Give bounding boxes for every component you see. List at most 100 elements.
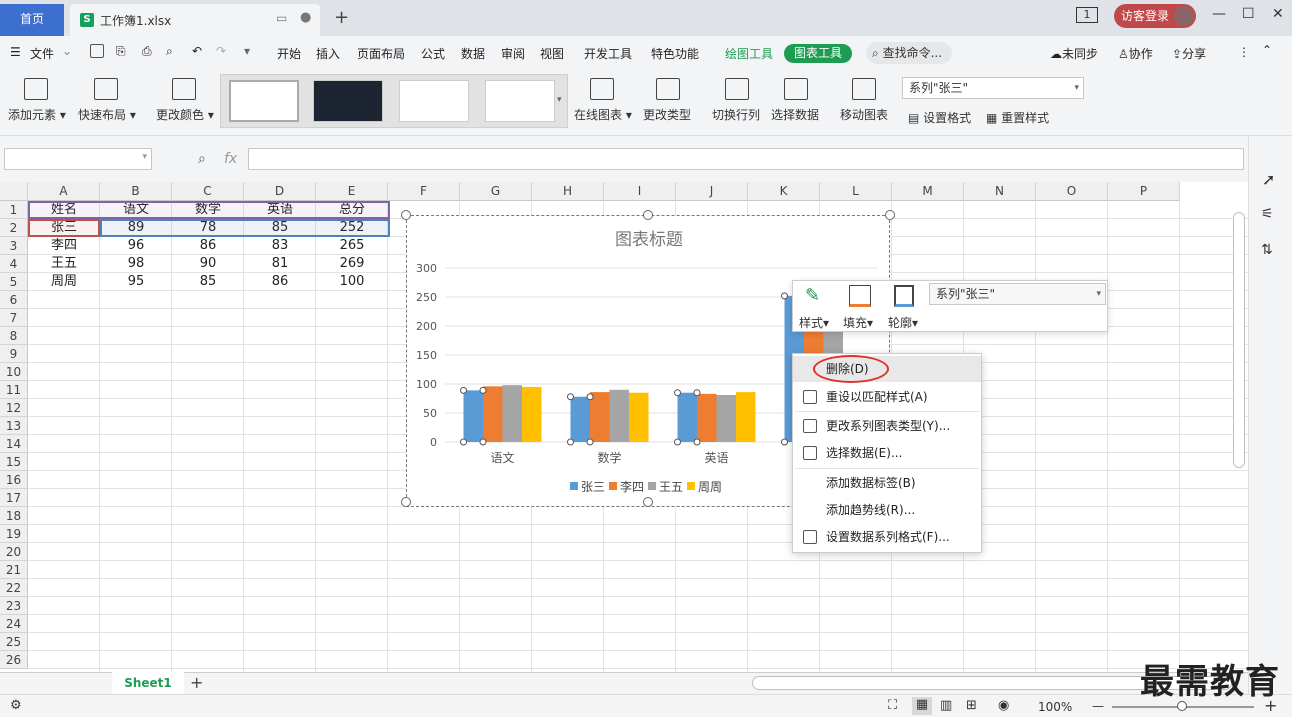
cell-b3[interactable]: 96 <box>100 237 172 255</box>
menu-select-data[interactable]: 选择数据(E)... <box>793 440 981 466</box>
print-icon[interactable]: ⎙ <box>142 44 152 59</box>
menu-item-review[interactable]: 审阅 <box>501 45 525 62</box>
outline-button[interactable]: 轮廓▾ <box>888 314 918 331</box>
reset-style-button[interactable]: ▦ 重置样式 <box>986 109 1049 126</box>
properties-icon[interactable]: ⚟ <box>1261 206 1274 222</box>
row-header-2[interactable]: 2 <box>0 219 28 237</box>
chart-style-3[interactable] <box>399 80 469 122</box>
brush-icon[interactable]: ✎ <box>805 285 820 306</box>
cell-e4[interactable]: 269 <box>316 255 388 273</box>
column-header-k[interactable]: K <box>748 182 820 201</box>
column-header-j[interactable]: J <box>676 182 748 201</box>
fill-icon[interactable] <box>849 285 871 307</box>
menu-format-series[interactable]: 设置数据系列格式(F)... <box>793 524 981 550</box>
export-icon[interactable]: ⎘ <box>116 44 126 59</box>
formula-input[interactable] <box>248 148 1244 170</box>
close-tab-icon[interactable]: ● <box>300 10 311 25</box>
select-data-button[interactable]: 选择数据 <box>771 106 819 123</box>
column-header-g[interactable]: G <box>460 182 532 201</box>
menu-item-formula[interactable]: 公式 <box>421 45 445 62</box>
home-tab[interactable]: 首页 <box>0 4 64 36</box>
switch-rowcol-button[interactable]: 切换行列 <box>712 106 760 123</box>
hamburger-icon[interactable]: ☰ <box>10 45 21 59</box>
row-header-5[interactable]: 5 <box>0 273 28 291</box>
more-icon[interactable]: ▾ <box>244 44 250 58</box>
column-header-a[interactable]: A <box>28 182 100 201</box>
sync-button[interactable]: ☁未同步 <box>1050 45 1098 62</box>
fill-button[interactable]: 填充▾ <box>843 314 873 331</box>
cell-a5[interactable]: 周周 <box>28 273 100 291</box>
row-header-22[interactable]: 22 <box>0 579 28 597</box>
page-view-icon[interactable]: ▥ <box>940 698 952 713</box>
resize-handle-bl[interactable] <box>401 497 411 507</box>
row-header-25[interactable]: 25 <box>0 633 28 651</box>
menu-add-trendline[interactable]: 添加趋势线(R)... <box>793 497 981 523</box>
column-header-f[interactable]: F <box>388 182 460 201</box>
more-options-icon[interactable]: ⋮ <box>1238 45 1250 59</box>
collab-button[interactable]: ♙协作 <box>1118 45 1153 62</box>
collapse-ribbon-icon[interactable]: ⌃ <box>1262 43 1272 57</box>
fullscreen-icon[interactable]: ⛶ <box>888 698 897 713</box>
cell-c5[interactable]: 85 <box>172 273 244 291</box>
select-pointer-icon[interactable]: ➚ <box>1262 170 1275 189</box>
sheet-tab-sheet1[interactable]: Sheet1 <box>112 672 184 694</box>
row-header-9[interactable]: 9 <box>0 345 28 363</box>
cell-d3[interactable]: 83 <box>244 237 316 255</box>
column-header-o[interactable]: O <box>1036 182 1108 201</box>
cell-e3[interactable]: 265 <box>316 237 388 255</box>
monitor-icon[interactable]: ▭ <box>276 11 287 25</box>
change-type-button[interactable]: 更改类型 <box>643 106 691 123</box>
split-view-icon[interactable]: ⊞ <box>966 698 977 713</box>
close-window-button[interactable]: ✕ <box>1272 6 1284 22</box>
normal-view-icon[interactable]: ▦ <box>912 697 932 715</box>
column-header-i[interactable]: I <box>604 182 676 201</box>
menu-item-view[interactable]: 视图 <box>540 45 564 62</box>
menu-add-labels[interactable]: 添加数据标签(B) <box>793 470 981 496</box>
column-header-c[interactable]: C <box>172 182 244 201</box>
redo-icon[interactable]: ↷ <box>216 44 226 58</box>
share-button[interactable]: ⇪分享 <box>1172 45 1206 62</box>
chevron-down-icon[interactable]: ⌄ <box>62 44 72 58</box>
chart-style-4[interactable] <box>485 80 555 122</box>
resize-handle-t[interactable] <box>643 210 653 220</box>
menu-item-layout[interactable]: 页面布局 <box>357 45 405 62</box>
cell-b4[interactable]: 98 <box>100 255 172 273</box>
add-sheet-button[interactable]: + <box>190 673 203 692</box>
preview-icon[interactable]: ⌕ <box>166 44 173 59</box>
chart-style-1[interactable] <box>229 80 299 122</box>
fx-icon[interactable]: fx <box>224 151 237 167</box>
command-search[interactable]: ⌕ 查找命令... <box>866 42 952 64</box>
cell-b5[interactable]: 95 <box>100 273 172 291</box>
name-box[interactable]: ▾ <box>4 148 152 170</box>
cell-c3[interactable]: 86 <box>172 237 244 255</box>
row-header-24[interactable]: 24 <box>0 615 28 633</box>
menu-item-dev[interactable]: 开发工具 <box>584 45 632 62</box>
menu-item-data[interactable]: 数据 <box>461 45 485 62</box>
row-header-1[interactable]: 1 <box>0 201 28 219</box>
row-header-15[interactable]: 15 <box>0 453 28 471</box>
row-header-18[interactable]: 18 <box>0 507 28 525</box>
file-menu[interactable]: 文件 <box>30 45 54 62</box>
row-header-3[interactable]: 3 <box>0 237 28 255</box>
add-element-button[interactable]: 添加元素 ▾ <box>8 106 66 123</box>
gallery-expand-icon[interactable]: ▾ <box>557 95 562 105</box>
save-icon[interactable] <box>90 44 104 58</box>
row-header-7[interactable]: 7 <box>0 309 28 327</box>
menu-item-start[interactable]: 开始 <box>277 45 301 62</box>
menu-item-insert[interactable]: 插入 <box>316 45 340 62</box>
zoom-level[interactable]: 100% <box>1038 700 1072 714</box>
row-header-4[interactable]: 4 <box>0 255 28 273</box>
undo-icon[interactable]: ↶ <box>192 44 202 58</box>
menu-item-special[interactable]: 特色功能 <box>651 45 699 62</box>
menu-reset-style[interactable]: 重设以匹配样式(A) <box>793 384 981 410</box>
row-header-13[interactable]: 13 <box>0 417 28 435</box>
minimize-button[interactable]: — <box>1212 6 1226 22</box>
menu-item-drawing-tools[interactable]: 绘图工具 <box>725 45 773 62</box>
row-header-20[interactable]: 20 <box>0 543 28 561</box>
row-header-11[interactable]: 11 <box>0 381 28 399</box>
change-color-button[interactable]: 更改颜色 ▾ <box>156 106 214 123</box>
row-header-12[interactable]: 12 <box>0 399 28 417</box>
row-header-8[interactable]: 8 <box>0 327 28 345</box>
outline-icon[interactable] <box>894 285 914 307</box>
resize-handle-b[interactable] <box>643 497 653 507</box>
